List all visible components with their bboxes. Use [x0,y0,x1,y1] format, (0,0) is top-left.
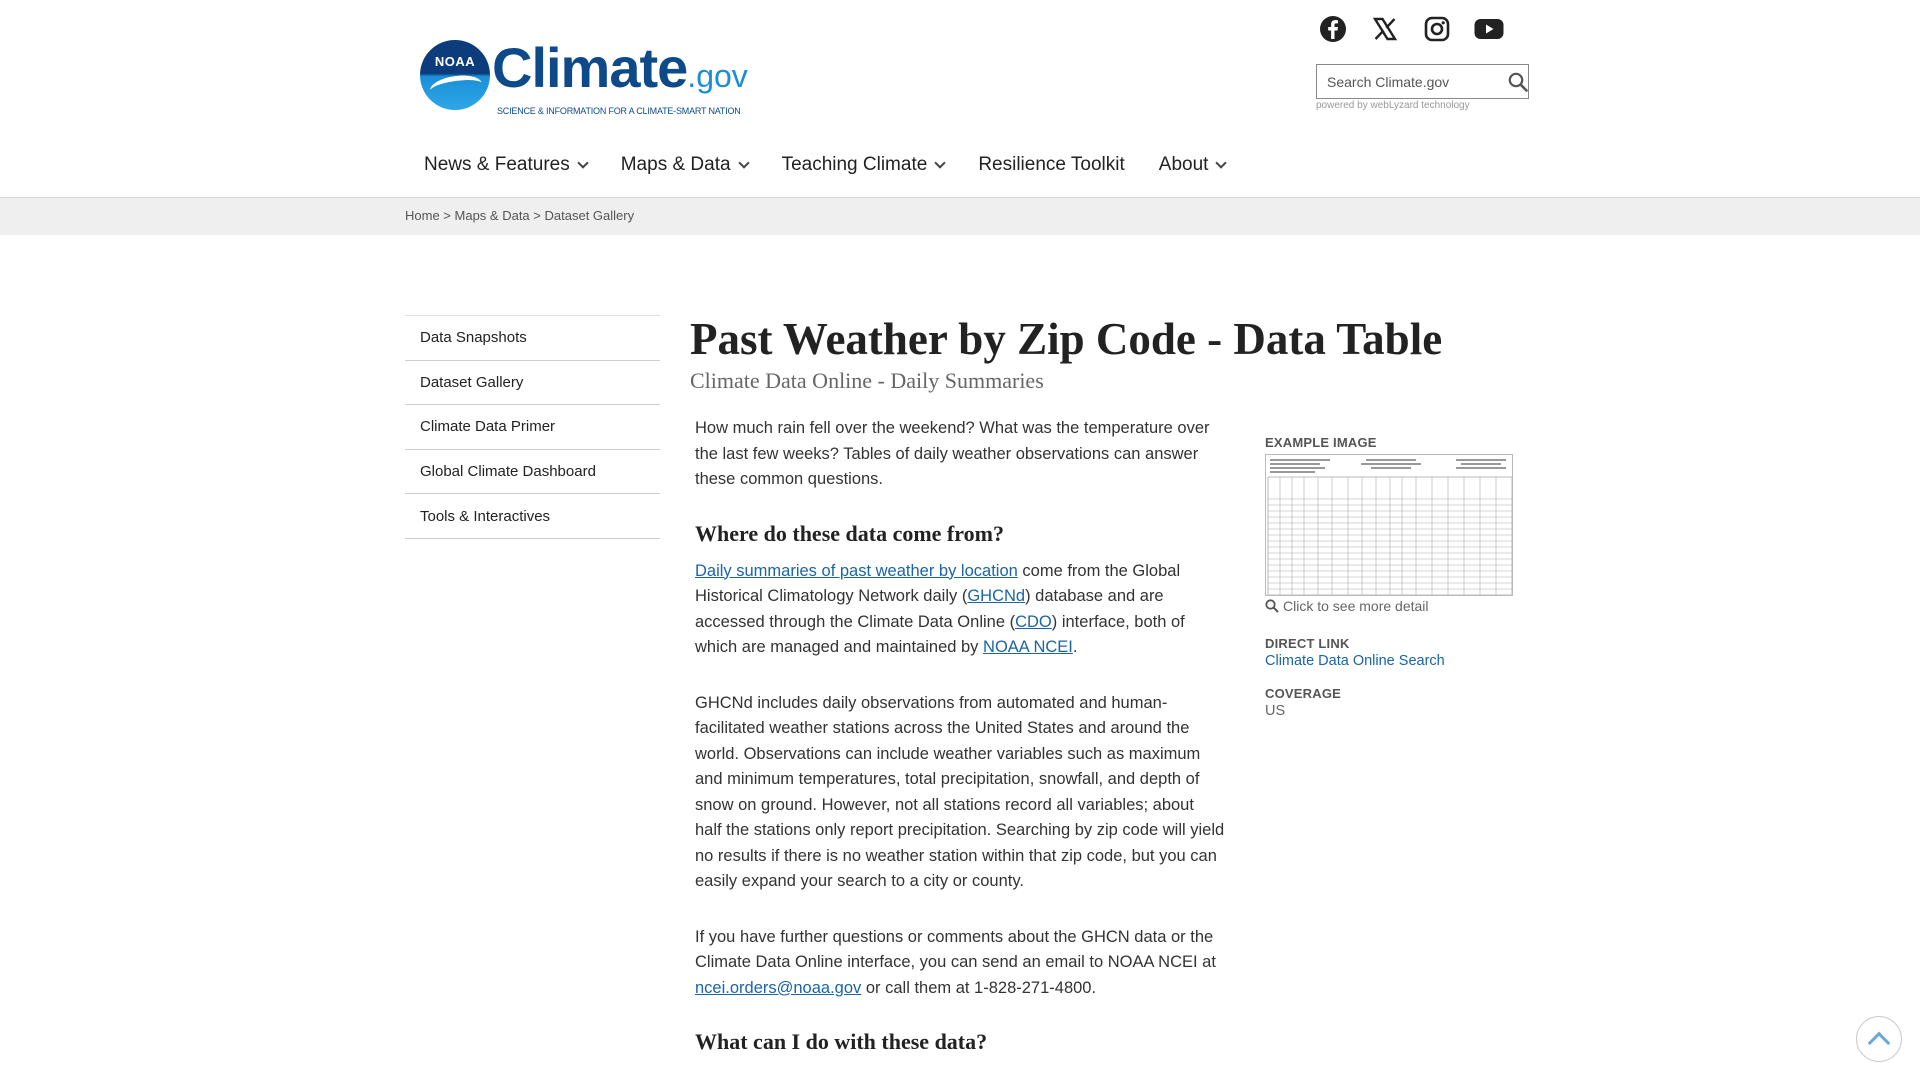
contact-paragraph: If you have further questions or comment… [695,925,1225,1002]
nav-label: News & Features [424,154,570,175]
nav-label: Teaching Climate [781,154,928,175]
chevron-down-icon [577,157,589,169]
caption-text: Click to see more detail [1283,598,1429,614]
direct-link-label: DIRECT LINK [1265,636,1350,651]
nav-news-features[interactable]: News & Features [424,154,589,176]
direct-link-block: DIRECT LINK Climate Data Online Search [1265,636,1515,670]
heading-what-can-i-do: What can I do with these data? [695,1029,988,1054]
ncei-email-link[interactable]: ncei.orders@noaa.gov [695,979,861,997]
noaa-logo-icon: NOAA [420,40,490,110]
coverage-label: COVERAGE [1265,686,1342,701]
search-input[interactable] [1317,65,1508,98]
page-title: Past Weather by Zip Code - Data Table [690,314,1443,364]
nav-label: Resilience Toolkit [978,154,1125,175]
text-span: If you have further questions or comment… [695,927,1216,972]
sidebar-item-data-snapshots[interactable]: Data Snapshots [405,316,660,361]
back-to-top-button[interactable] [1856,1016,1902,1062]
sidebar-item-dataset-gallery[interactable]: Dataset Gallery [405,361,660,406]
text-span: . [1072,638,1078,656]
daily-summaries-link[interactable]: Daily summaries of past weather by locat… [695,562,1018,580]
example-image-label: EXAMPLE IMAGE [1265,435,1377,450]
main-navigation: News & Features Maps & Data Teaching Cli… [424,154,1259,176]
chevron-down-icon [737,157,750,169]
intro-paragraph: How much rain fell over the weekend? Wha… [695,419,1210,488]
social-links [1318,14,1504,44]
breadcrumb-separator: > [439,208,455,223]
search-powered-by: powered by webLyzard technology [1316,100,1470,111]
search-button[interactable] [1508,65,1528,98]
breadcrumb-dataset-gallery[interactable]: Dataset Gallery [545,208,635,223]
instagram-icon[interactable] [1422,14,1452,44]
ghcnd-link[interactable]: GHCNd [967,587,1025,605]
example-table-image [1266,455,1512,595]
nav-teaching-climate[interactable]: Teaching Climate [781,154,946,176]
site-logo[interactable]: NOAA Climate.gov SCIENCE & INFORMATION F… [420,40,748,116]
breadcrumb: Home > Maps & Data > Dataset Gallery [405,208,634,223]
page-subtitle: Climate Data Online - Daily Summaries [690,368,1044,393]
logo-suffix: .gov [687,58,748,94]
example-image-caption[interactable]: Click to see more detail [1265,598,1515,614]
noaa-badge-text: NOAA [434,54,476,69]
chevron-down-icon [934,157,946,169]
example-image-thumbnail[interactable] [1265,454,1513,596]
cdo-search-link[interactable]: Climate Data Online Search [1265,653,1445,669]
breadcrumb-separator: > [529,208,545,223]
cdo-link[interactable]: CDO [1015,613,1052,631]
chevron-up-icon [1867,1031,1891,1055]
article-body: How much rain fell over the weekend? Wha… [695,416,1225,1067]
section-sidebar: Data Snapshots Dataset Gallery Climate D… [405,315,660,539]
breadcrumb-bar: Home > Maps & Data > Dataset Gallery [0,197,1920,235]
x-icon[interactable] [1370,14,1400,44]
coverage-value: US [1265,703,1286,719]
magnifier-icon [1265,599,1279,613]
nav-about[interactable]: About [1158,154,1228,176]
logo-wordmark: Climate.gov [492,40,748,104]
breadcrumb-maps-data[interactable]: Maps & Data [455,208,530,223]
sidebar-item-climate-data-primer[interactable]: Climate Data Primer [405,405,660,450]
sidebar-item-global-climate-dashboard[interactable]: Global Climate Dashboard [405,450,660,495]
source-paragraph: Daily summaries of past weather by locat… [695,559,1225,661]
nav-resilience-toolkit[interactable]: Resilience Toolkit [978,154,1124,176]
noaa-ncei-link[interactable]: NOAA NCEI [983,638,1073,656]
logo-name: Climate [492,36,688,99]
facebook-icon[interactable] [1318,14,1348,44]
text-span: or call them at 1-828-271-4800. [861,978,1097,997]
dataset-details: EXAMPLE IMAGE Click to see more detail D… [1265,435,1515,719]
youtube-icon[interactable] [1474,14,1504,44]
chevron-down-icon [1215,157,1228,169]
nav-maps-data[interactable]: Maps & Data [620,154,750,176]
site-search [1316,64,1529,99]
heading-data-source: Where do these data come from? [695,520,1004,546]
breadcrumb-home[interactable]: Home [405,208,440,223]
logo-tagline: SCIENCE & INFORMATION FOR A CLIMATE-SMAR… [497,106,741,116]
nav-label: Maps & Data [620,154,731,175]
sidebar-item-tools-interactives[interactable]: Tools & Interactives [405,494,660,539]
nav-label: About [1158,154,1209,175]
coverage-block: COVERAGE US [1265,686,1515,719]
ghcn-paragraph: GHCNd includes daily observations from a… [695,693,1225,891]
search-icon [1508,72,1528,92]
